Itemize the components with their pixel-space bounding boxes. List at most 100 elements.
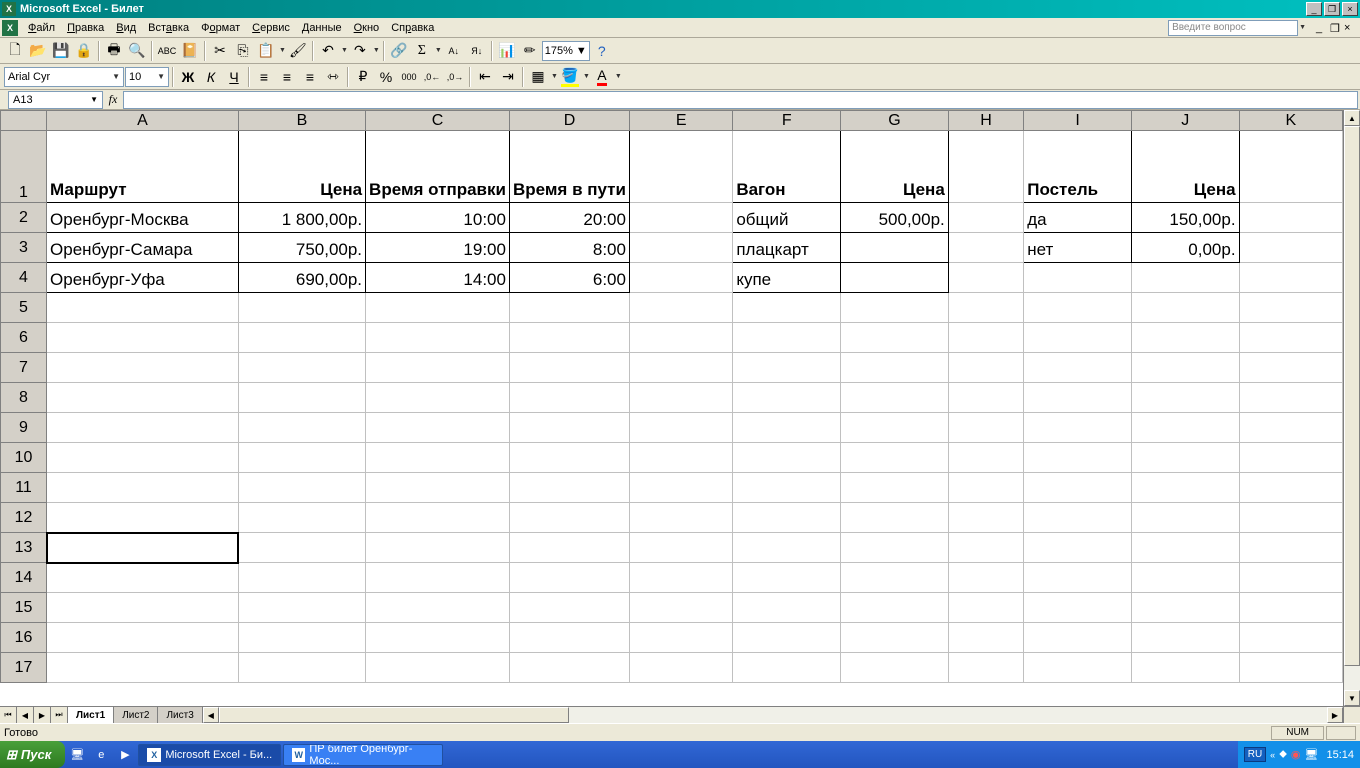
cell-H8[interactable] — [948, 383, 1023, 413]
grid[interactable]: ABCDEFGHIJK1МаршрутЦенаВремя отправкиВре… — [0, 110, 1343, 706]
menu-вид[interactable]: Вид — [110, 20, 142, 36]
cell-I11[interactable] — [1024, 473, 1132, 503]
horizontal-scroll-thumb[interactable] — [219, 707, 569, 723]
cell-D2[interactable]: 20:00 — [509, 203, 629, 233]
cell-K15[interactable] — [1239, 593, 1342, 623]
cell-I16[interactable] — [1024, 623, 1132, 653]
cell-J10[interactable] — [1132, 443, 1240, 473]
permission-button[interactable]: 🔒 — [73, 40, 95, 62]
ie-icon[interactable]: e — [90, 744, 112, 766]
cell-D13[interactable] — [509, 533, 629, 563]
cell-F17[interactable] — [733, 653, 841, 683]
doc-icon[interactable]: X — [2, 20, 18, 36]
save-button[interactable]: 💾 — [50, 40, 72, 62]
cell-A16[interactable] — [47, 623, 239, 653]
cell-D5[interactable] — [509, 293, 629, 323]
cell-C7[interactable] — [366, 353, 510, 383]
cell-C8[interactable] — [366, 383, 510, 413]
cell-K17[interactable] — [1239, 653, 1342, 683]
cell-B16[interactable] — [238, 623, 365, 653]
cell-C16[interactable] — [366, 623, 510, 653]
cell-B15[interactable] — [238, 593, 365, 623]
row-header-4[interactable]: 4 — [1, 263, 47, 293]
cell-A6[interactable] — [47, 323, 239, 353]
cell-J14[interactable] — [1132, 563, 1240, 593]
cell-H2[interactable] — [948, 203, 1023, 233]
vertical-scroll-thumb[interactable] — [1344, 126, 1360, 666]
cell-I15[interactable] — [1024, 593, 1132, 623]
cell-A11[interactable] — [47, 473, 239, 503]
name-box[interactable]: A13▼ — [8, 91, 103, 109]
cell-F2[interactable]: общий — [733, 203, 841, 233]
font-color-dropdown-icon[interactable]: ▼ — [614, 73, 622, 80]
language-indicator[interactable]: RU — [1244, 747, 1266, 762]
cell-K7[interactable] — [1239, 353, 1342, 383]
cell-A15[interactable] — [47, 593, 239, 623]
cell-E10[interactable] — [629, 443, 732, 473]
cell-E8[interactable] — [629, 383, 732, 413]
cell-E11[interactable] — [629, 473, 732, 503]
underline-button[interactable]: Ч — [223, 66, 245, 88]
cell-C2[interactable]: 10:00 — [366, 203, 510, 233]
cell-B8[interactable] — [238, 383, 365, 413]
cell-F13[interactable] — [733, 533, 841, 563]
chart-button[interactable]: 📊 — [496, 40, 518, 62]
cell-H17[interactable] — [948, 653, 1023, 683]
paste-button[interactable]: 📋 — [255, 40, 277, 62]
cell-D17[interactable] — [509, 653, 629, 683]
tray-icon-2[interactable]: ◉ — [1291, 748, 1301, 761]
cell-A5[interactable] — [47, 293, 239, 323]
cell-B12[interactable] — [238, 503, 365, 533]
cell-J15[interactable] — [1132, 593, 1240, 623]
cell-A1[interactable]: Маршрут — [47, 131, 239, 203]
cell-J13[interactable] — [1132, 533, 1240, 563]
cell-G16[interactable] — [841, 623, 949, 653]
increase-decimal-button[interactable]: ,0← — [421, 66, 443, 88]
cell-F7[interactable] — [733, 353, 841, 383]
col-header-I[interactable]: I — [1024, 111, 1132, 131]
cell-D8[interactable] — [509, 383, 629, 413]
cell-C15[interactable] — [366, 593, 510, 623]
cell-E12[interactable] — [629, 503, 732, 533]
percent-button[interactable]: % — [375, 66, 397, 88]
cell-B1[interactable]: Цена — [238, 131, 365, 203]
format-painter-button[interactable]: 🖌 — [287, 40, 309, 62]
cell-H13[interactable] — [948, 533, 1023, 563]
help-button[interactable]: ? — [591, 40, 613, 62]
cell-C14[interactable] — [366, 563, 510, 593]
cell-C1[interactable]: Время отправки — [366, 131, 510, 203]
cell-G5[interactable] — [841, 293, 949, 323]
cell-A10[interactable] — [47, 443, 239, 473]
col-header-J[interactable]: J — [1132, 111, 1240, 131]
menu-данные[interactable]: Данные — [296, 20, 348, 36]
row-header-13[interactable]: 13 — [1, 533, 47, 563]
cell-A4[interactable]: Оренбург-Уфа — [47, 263, 239, 293]
cell-A17[interactable] — [47, 653, 239, 683]
menu-сервис[interactable]: Сервис — [246, 20, 296, 36]
cell-B10[interactable] — [238, 443, 365, 473]
cell-C4[interactable]: 14:00 — [366, 263, 510, 293]
spelling-button[interactable]: ABC — [156, 40, 178, 62]
cell-D7[interactable] — [509, 353, 629, 383]
cell-E17[interactable] — [629, 653, 732, 683]
font-size-combo[interactable]: 10▼ — [125, 67, 169, 87]
tray-chevron-icon[interactable]: « — [1270, 750, 1275, 760]
cell-C12[interactable] — [366, 503, 510, 533]
cell-F8[interactable] — [733, 383, 841, 413]
cell-H15[interactable] — [948, 593, 1023, 623]
cell-K16[interactable] — [1239, 623, 1342, 653]
cell-E15[interactable] — [629, 593, 732, 623]
cell-H16[interactable] — [948, 623, 1023, 653]
cell-F10[interactable] — [733, 443, 841, 473]
scroll-right-button[interactable]: ▶ — [1327, 707, 1343, 723]
cell-K9[interactable] — [1239, 413, 1342, 443]
cell-A2[interactable]: Оренбург-Москва — [47, 203, 239, 233]
cell-F14[interactable] — [733, 563, 841, 593]
autosum-dropdown-icon[interactable]: ▼ — [434, 47, 442, 54]
autosum-button[interactable]: Σ — [411, 40, 433, 62]
cell-B9[interactable] — [238, 413, 365, 443]
cell-E3[interactable] — [629, 233, 732, 263]
cell-J17[interactable] — [1132, 653, 1240, 683]
row-header-3[interactable]: 3 — [1, 233, 47, 263]
col-header-E[interactable]: E — [629, 111, 732, 131]
